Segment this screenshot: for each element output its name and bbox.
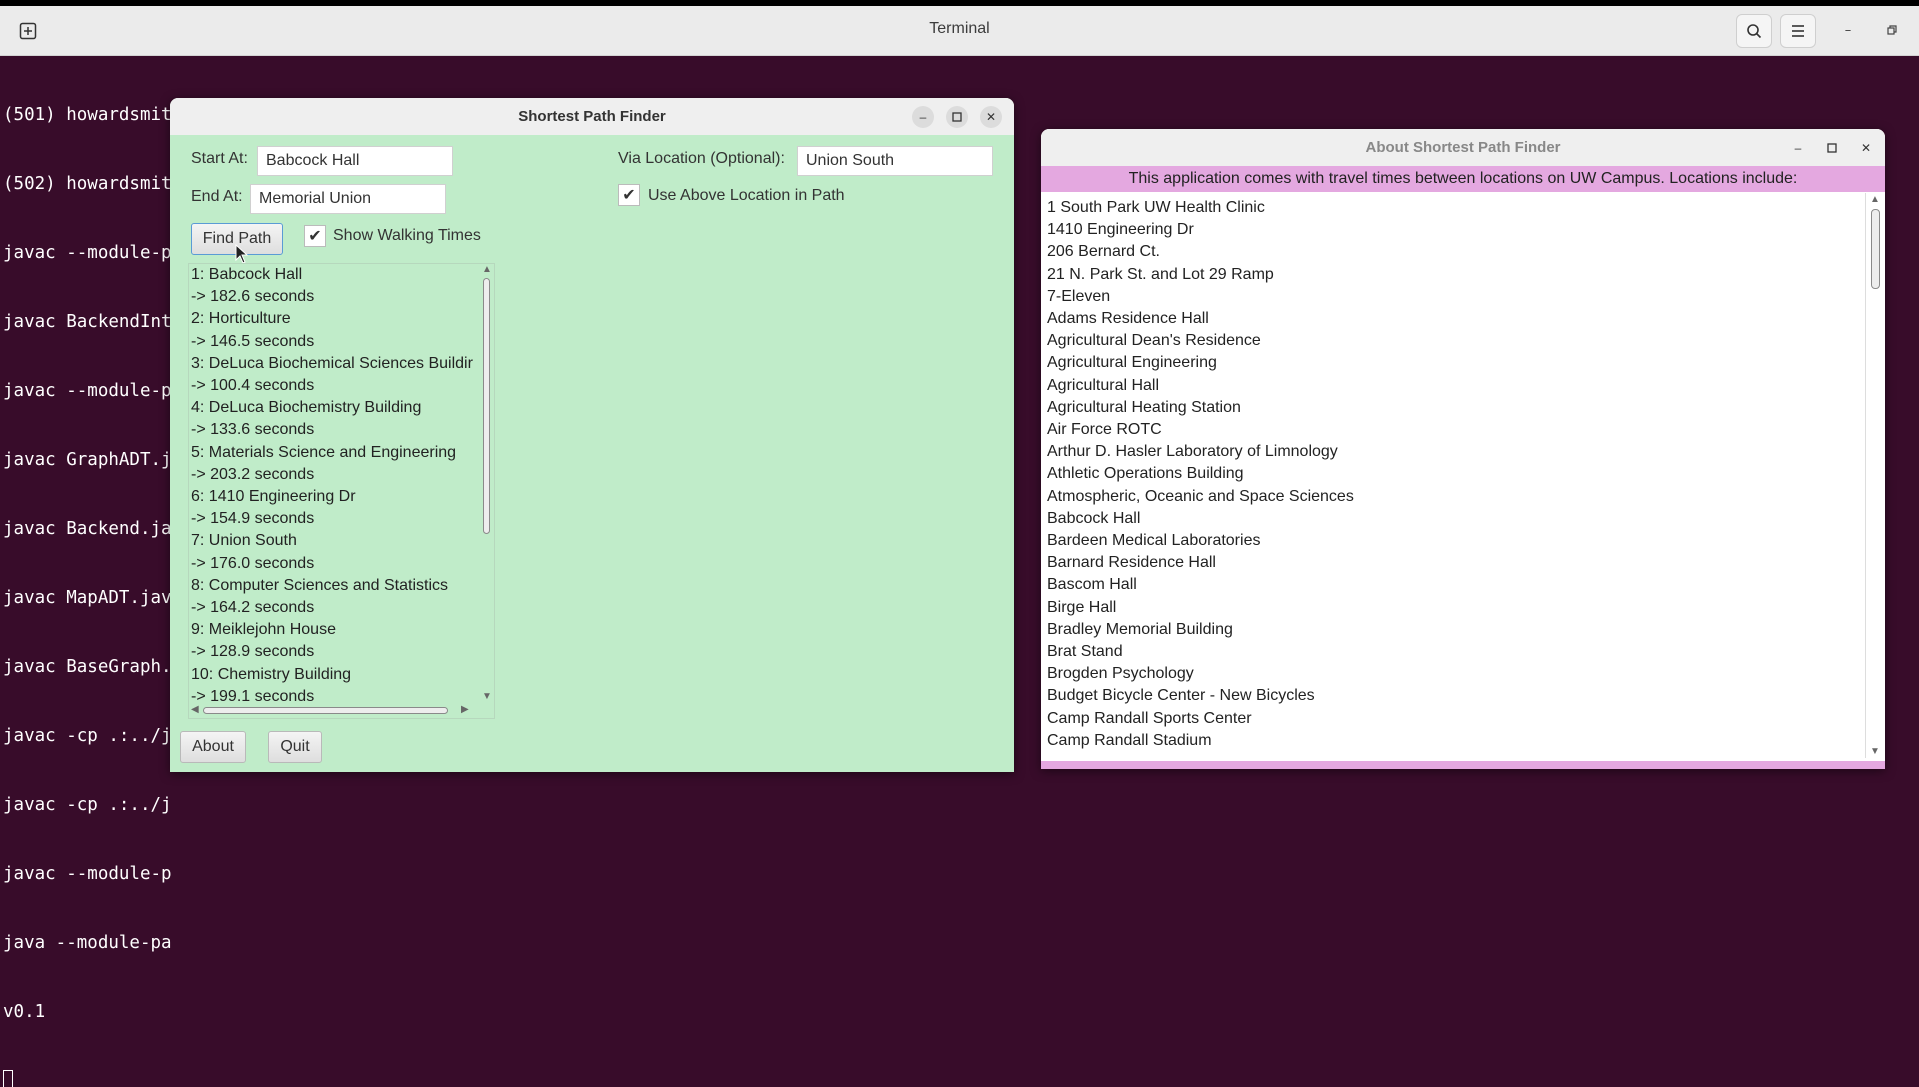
terminal-title: Terminal — [929, 20, 990, 37]
location-item[interactable]: 7-Eleven — [1047, 286, 1354, 308]
start-at-input[interactable]: Babcock Hall — [257, 146, 453, 176]
about-title: About Shortest Path Finder — [1365, 139, 1561, 156]
location-item[interactable]: Bardeen Medical Laboratories — [1047, 530, 1354, 552]
terminal-line: javac --module-p — [3, 864, 172, 884]
mouse-pointer-icon — [235, 244, 249, 264]
location-item[interactable]: Athletic Operations Building — [1047, 463, 1354, 485]
checkmark-icon: ✔ — [308, 228, 322, 245]
scroll-down-arrow-icon[interactable]: ▼ — [1870, 746, 1880, 757]
show-walking-checkbox[interactable]: ✔ — [304, 225, 326, 247]
use-via-checkbox[interactable]: ✔ — [618, 184, 640, 206]
finder-titlebar[interactable]: Shortest Path Finder – ✕ — [170, 98, 1014, 135]
start-at-label: Start At: — [191, 150, 248, 167]
location-item[interactable]: 21 N. Park St. and Lot 29 Ramp — [1047, 264, 1354, 286]
location-item[interactable]: Barnard Residence Hall — [1047, 552, 1354, 574]
location-item[interactable]: Agricultural Heating Station — [1047, 397, 1354, 419]
location-item[interactable]: Camp Randall Stadium — [1047, 730, 1354, 752]
path-list-item[interactable]: 6: 1410 Engineering Dr — [191, 486, 473, 508]
about-maximize-icon[interactable] — [1821, 137, 1843, 159]
locations-list[interactable]: 1 South Park UW Health Clinic 1410 Engin… — [1045, 193, 1865, 758]
path-list-item[interactable]: 9: Meiklejohn House — [191, 619, 473, 641]
scrollbar-thumb[interactable] — [203, 707, 448, 714]
via-location-input[interactable]: Union South — [797, 146, 993, 176]
path-list-item[interactable]: -> 133.6 seconds — [191, 419, 473, 441]
path-list-item[interactable]: 1: Babcock Hall — [191, 264, 473, 286]
path-list-item[interactable]: -> 182.6 seconds — [191, 286, 473, 308]
scroll-down-arrow-icon[interactable]: ▼ — [482, 691, 492, 702]
about-titlebar[interactable]: About Shortest Path Finder – ✕ — [1041, 129, 1885, 166]
finder-title: Shortest Path Finder — [518, 108, 666, 125]
location-item[interactable]: Brat Stand — [1047, 641, 1354, 663]
location-item[interactable]: Budget Bicycle Center - New Bicycles — [1047, 685, 1354, 707]
scroll-right-arrow-icon[interactable]: ▶ — [461, 704, 469, 715]
scroll-left-arrow-icon[interactable]: ◀ — [191, 704, 199, 715]
path-list-item[interactable]: 5: Materials Science and Engineering — [191, 442, 473, 464]
location-item[interactable]: Bradley Memorial Building — [1047, 619, 1354, 641]
location-item[interactable]: 1 South Park UW Health Clinic — [1047, 197, 1354, 219]
scroll-up-arrow-icon[interactable]: ▲ — [482, 264, 492, 275]
scroll-up-arrow-icon[interactable]: ▲ — [1870, 194, 1880, 205]
location-item[interactable]: Adams Residence Hall — [1047, 308, 1354, 330]
terminal-line: v0.1 — [3, 1002, 46, 1022]
location-item[interactable]: Agricultural Hall — [1047, 375, 1354, 397]
location-item[interactable]: 206 Bernard Ct. — [1047, 241, 1354, 263]
path-list-item[interactable]: 7: Union South — [191, 530, 473, 552]
path-list-item[interactable]: 10: Chemistry Building — [191, 664, 473, 686]
about-description: This application comes with travel times… — [1041, 166, 1885, 192]
path-list-item[interactable]: -> 128.9 seconds — [191, 641, 473, 663]
location-item[interactable]: Air Force ROTC — [1047, 419, 1354, 441]
location-item[interactable]: Camp Randall Sports Center — [1047, 708, 1354, 730]
quit-button[interactable]: Quit — [268, 731, 322, 763]
search-icon[interactable] — [1736, 14, 1772, 48]
about-close-icon[interactable]: ✕ — [1855, 137, 1877, 159]
terminal-cursor — [3, 1070, 814, 1087]
hamburger-menu-icon[interactable] — [1780, 14, 1816, 48]
desktop-screen: Terminal – (501) howardsmith@vm-instunix… — [0, 6, 1919, 1087]
location-item[interactable]: Birge Hall — [1047, 597, 1354, 619]
restore-icon[interactable] — [1882, 20, 1902, 40]
location-item[interactable]: Agricultural Engineering — [1047, 352, 1354, 374]
finder-minimize-icon[interactable]: – — [912, 106, 934, 128]
path-list-item[interactable]: 8: Computer Sciences and Statistics — [191, 575, 473, 597]
minimize-icon[interactable]: – — [1838, 20, 1858, 40]
location-item[interactable]: Brogden Psychology — [1047, 663, 1354, 685]
about-minimize-icon[interactable]: – — [1787, 137, 1809, 159]
locations-vertical-scrollbar[interactable]: ▲ ▼ — [1865, 193, 1884, 758]
path-list-item[interactable]: 2: Horticulture — [191, 308, 473, 330]
terminal-line: javac -cp .:../j — [3, 795, 172, 815]
terminal-header-bar: Terminal – — [0, 6, 1919, 56]
path-list-item[interactable]: -> 154.9 seconds — [191, 508, 473, 530]
path-list-item[interactable]: -> 203.2 seconds — [191, 464, 473, 486]
checkmark-icon: ✔ — [622, 187, 636, 204]
path-list-item[interactable]: 3: DeLuca Biochemical Sciences Buildir — [191, 353, 473, 375]
path-list-item[interactable]: -> 164.2 seconds — [191, 597, 473, 619]
path-list-item[interactable]: -> 100.4 seconds — [191, 375, 473, 397]
location-item[interactable]: Bascom Hall — [1047, 574, 1354, 596]
finder-close-icon[interactable]: ✕ — [980, 106, 1002, 128]
finder-maximize-icon[interactable] — [946, 106, 968, 128]
path-list-item[interactable]: -> 176.0 seconds — [191, 553, 473, 575]
location-item[interactable]: Arthur D. Hasler Laboratory of Limnology — [1047, 441, 1354, 463]
about-window: About Shortest Path Finder – ✕ This appl… — [1041, 129, 1885, 769]
terminal-line: java --module-pa — [3, 933, 172, 953]
path-list-item[interactable]: -> 146.5 seconds — [191, 331, 473, 353]
about-button[interactable]: About — [180, 731, 246, 763]
end-at-input[interactable]: Memorial Union — [250, 184, 446, 214]
end-at-label: End At: — [191, 188, 243, 205]
scrollbar-thumb[interactable] — [483, 278, 490, 534]
about-bottom-bar — [1041, 761, 1885, 769]
path-list-item[interactable]: 4: DeLuca Biochemistry Building — [191, 397, 473, 419]
location-item[interactable]: 1410 Engineering Dr — [1047, 219, 1354, 241]
path-list-horizontal-scrollbar[interactable]: ◀ ▶ — [189, 702, 494, 718]
shortest-path-finder-window: Shortest Path Finder – ✕ Start At: Babco… — [170, 98, 1014, 772]
location-item[interactable]: Atmospheric, Oceanic and Space Sciences — [1047, 486, 1354, 508]
via-location-label: Via Location (Optional): — [618, 150, 785, 167]
path-list-vertical-scrollbar[interactable]: ▲ ▼ — [479, 264, 494, 718]
scrollbar-thumb[interactable] — [1871, 209, 1880, 289]
location-item[interactable]: Agricultural Dean's Residence — [1047, 330, 1354, 352]
location-item[interactable]: Babcock Hall — [1047, 508, 1354, 530]
use-via-label: Use Above Location in Path — [648, 187, 845, 204]
path-result-list[interactable]: 1: Babcock Hall -> 182.6 seconds 2: Hort… — [188, 263, 495, 719]
show-walking-label: Show Walking Times — [333, 227, 481, 244]
